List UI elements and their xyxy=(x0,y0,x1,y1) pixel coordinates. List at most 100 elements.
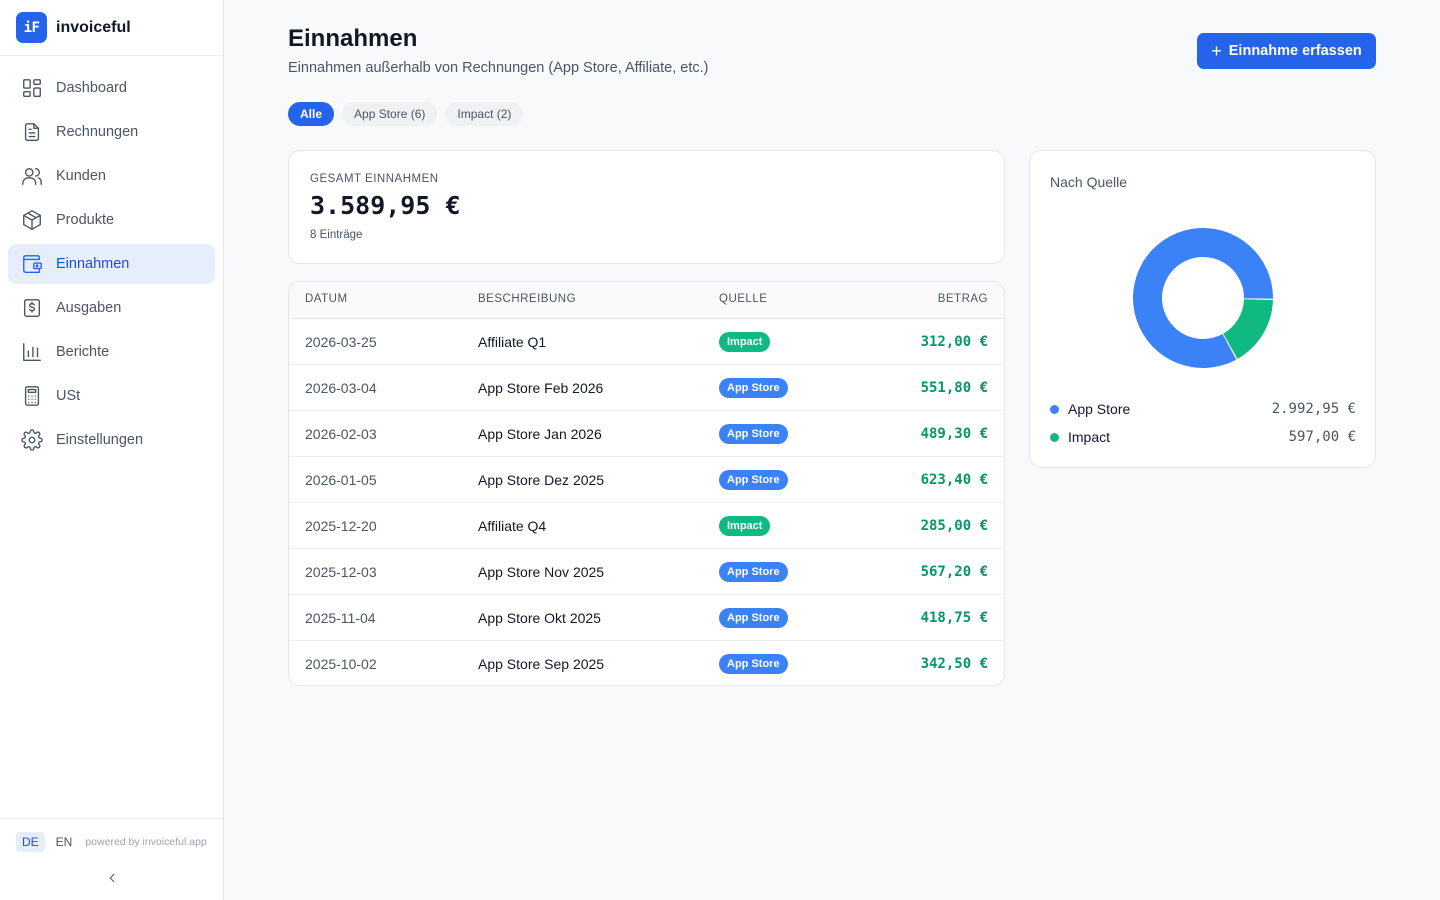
row-amount: 551,80 € xyxy=(920,380,988,396)
legend-value: 2.992,95 € xyxy=(1271,401,1356,417)
source-filter: Alle App Store (6) Impact (2) xyxy=(288,102,531,126)
source-chart-card: Nach Quelle App Store 2.992,95 € Impact 597… xyxy=(1029,150,1376,468)
sidebar-item-label: Einstellungen xyxy=(56,432,144,448)
table-body: 2026-03-25 Affiliate Q1 Impact 312,00 €2026… xyxy=(289,319,1004,685)
wallet-icon xyxy=(20,252,44,276)
table-row[interactable]: 2026-01-05 App Store Dez 2025 App Store 623… xyxy=(289,457,1004,503)
sidebar-item-produkte[interactable]: Produkte xyxy=(8,200,215,240)
row-description: Affiliate Q4 xyxy=(478,518,547,534)
table-row[interactable]: 2025-12-20 Affiliate Q4 Impact 285,00 € xyxy=(289,503,1004,549)
row-date: 2025-10-02 xyxy=(305,656,377,672)
sidebar-item-rechnungen[interactable]: Rechnungen xyxy=(8,112,215,152)
powered-by[interactable]: powered by invoiceful.app xyxy=(85,836,206,848)
source-badge: Impact xyxy=(719,332,771,352)
add-income-button[interactable]: + Einnahme erfassen xyxy=(1197,33,1376,69)
row-amount: 285,00 € xyxy=(920,518,988,534)
chart-title: Nach Quelle xyxy=(1050,174,1128,190)
sidebar-nav: Dashboard Rechnungen Kunden Produkte Ein… xyxy=(0,56,223,460)
table-row[interactable]: 2025-11-04 App Store Okt 2025 App Store 418… xyxy=(289,595,1004,641)
table-header: DATUM BESCHREIBUNG QUELLE BETRAG xyxy=(289,282,1004,319)
users-icon xyxy=(20,164,44,188)
row-date: 2025-12-20 xyxy=(305,518,377,534)
sidebar-item-ust[interactable]: USt xyxy=(8,376,215,416)
chevron-left-icon xyxy=(109,873,115,883)
source-badge: App Store xyxy=(719,378,788,398)
plus-icon: + xyxy=(1211,41,1222,61)
sidebar-item-label: Ausgaben xyxy=(56,300,122,316)
legend-dot xyxy=(1050,432,1059,442)
collapse-sidebar-button[interactable] xyxy=(104,870,120,886)
sidebar-item-einnahmen[interactable]: Einnahmen xyxy=(8,244,215,284)
lang-de-button[interactable]: DE xyxy=(16,832,45,852)
legend-dot xyxy=(1050,404,1059,414)
row-date: 2026-02-03 xyxy=(305,426,377,442)
column-header-description[interactable]: BESCHREIBUNG xyxy=(478,293,576,305)
row-description: App Store Sep 2025 xyxy=(478,656,605,672)
sidebar-item-berichte[interactable]: Berichte xyxy=(8,332,215,372)
table-row[interactable]: 2026-02-03 App Store Jan 2026 App Store 489… xyxy=(289,411,1004,457)
sidebar-item-kunden[interactable]: Kunden xyxy=(8,156,215,196)
column-header-source[interactable]: QUELLE xyxy=(719,293,767,305)
row-date: 2025-12-03 xyxy=(305,564,377,580)
brand-name: invoiceful xyxy=(56,18,131,36)
source-badge: Impact xyxy=(719,516,771,536)
sidebar-item-ausgaben[interactable]: Ausgaben xyxy=(8,288,215,328)
legend-item: Impact 597,00 € xyxy=(1050,427,1356,447)
source-badge: App Store xyxy=(719,562,788,582)
receipt-dollar-icon xyxy=(20,296,44,320)
gear-icon xyxy=(20,428,44,452)
row-amount: 567,20 € xyxy=(920,564,988,580)
sidebar-item-dashboard[interactable]: Dashboard xyxy=(8,68,215,108)
box-icon xyxy=(20,208,44,232)
row-amount: 489,30 € xyxy=(920,426,988,442)
row-date: 2026-03-25 xyxy=(305,334,377,350)
row-description: App Store Feb 2026 xyxy=(478,380,604,396)
entry-count: 8 Einträge xyxy=(310,229,363,241)
add-income-button-label: Einnahme erfassen xyxy=(1228,43,1362,59)
filter-chip-impact[interactable]: Impact (2) xyxy=(445,102,524,126)
legend-name: Impact xyxy=(1068,429,1111,445)
language-switcher: DE EN powered by invoiceful.app xyxy=(0,819,223,852)
page-title: Einnahmen xyxy=(288,25,418,52)
row-description: App Store Dez 2025 xyxy=(478,472,605,488)
table-row[interactable]: 2025-10-02 App Store Sep 2025 App Store 342… xyxy=(289,641,1004,685)
row-date: 2025-11-04 xyxy=(305,610,376,626)
sidebar-item-label: Einnahmen xyxy=(56,256,130,272)
source-badge: App Store xyxy=(719,424,788,444)
donut-chart xyxy=(1133,227,1273,368)
document-icon xyxy=(20,120,44,144)
sidebar-item-einstellungen[interactable]: Einstellungen xyxy=(8,420,215,460)
sidebar-footer: DE EN powered by invoiceful.app xyxy=(0,818,223,900)
total-income-label: GESAMT EINNAHMEN xyxy=(310,173,439,185)
column-header-date[interactable]: DATUM xyxy=(305,293,348,305)
row-amount: 418,75 € xyxy=(920,610,988,626)
total-income-card: GESAMT EINNAHMEN 3.589,95 € 8 Einträge xyxy=(288,150,1005,264)
source-badge: App Store xyxy=(719,608,788,628)
sidebar-item-label: Produkte xyxy=(56,212,115,228)
column-header-amount[interactable]: BETRAG xyxy=(938,293,988,305)
income-table: DATUM BESCHREIBUNG QUELLE BETRAG 2026-03… xyxy=(288,281,1005,686)
brand[interactable]: iF invoiceful xyxy=(0,0,223,56)
row-date: 2026-03-04 xyxy=(305,380,377,396)
sidebar-item-label: Dashboard xyxy=(56,80,127,96)
source-badge: App Store xyxy=(719,654,788,674)
table-row[interactable]: 2025-12-03 App Store Nov 2025 App Store 567… xyxy=(289,549,1004,595)
row-description: App Store Okt 2025 xyxy=(478,610,601,626)
sidebar-item-label: Kunden xyxy=(56,168,106,184)
sidebar-item-label: USt xyxy=(56,388,81,404)
sidebar-item-label: Berichte xyxy=(56,344,110,360)
lang-en-button[interactable]: EN xyxy=(50,832,79,852)
table-row[interactable]: 2026-03-25 Affiliate Q1 Impact 312,00 € xyxy=(289,319,1004,365)
sidebar: iF invoiceful Dashboard Rechnungen Kunde… xyxy=(0,0,224,900)
total-income-value: 3.589,95 € xyxy=(310,191,461,220)
legend-name: App Store xyxy=(1068,401,1131,417)
dashboard-icon xyxy=(20,76,44,100)
row-amount: 312,00 € xyxy=(920,334,988,350)
row-date: 2026-01-05 xyxy=(305,472,377,488)
filter-chip-app-store[interactable]: App Store (6) xyxy=(342,102,438,126)
sidebar-item-label: Rechnungen xyxy=(56,124,139,140)
brand-logo: iF xyxy=(16,12,47,43)
table-row[interactable]: 2026-03-04 App Store Feb 2026 App Store 551… xyxy=(289,365,1004,411)
filter-chip-all[interactable]: Alle xyxy=(288,102,335,126)
row-description: App Store Nov 2025 xyxy=(478,564,605,580)
